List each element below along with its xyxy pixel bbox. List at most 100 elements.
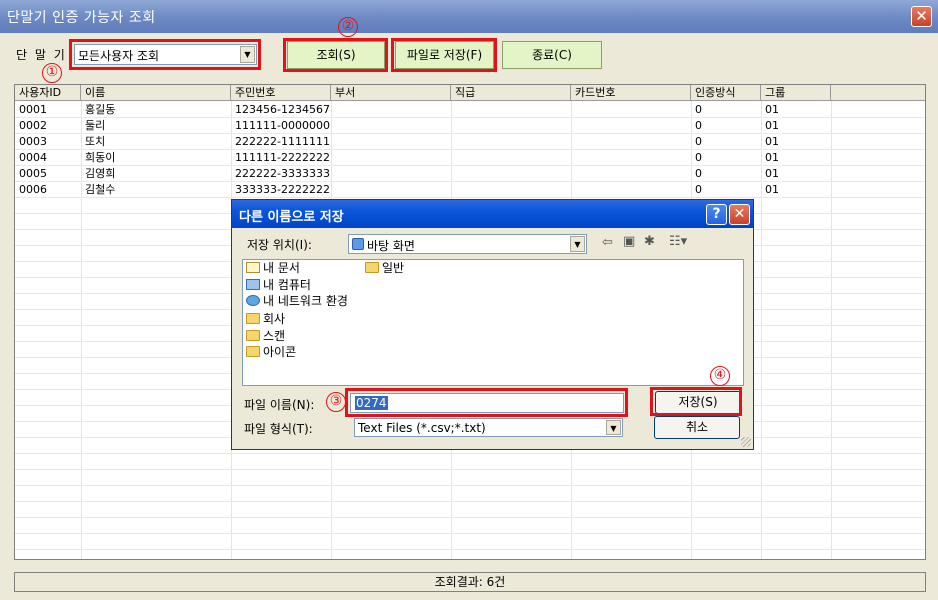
table-cell: 01 xyxy=(765,183,779,196)
table-row[interactable]: 0004 희동이 111111-2222222 0 01 xyxy=(15,150,925,166)
list-item-label: 스캔 xyxy=(263,329,286,343)
network-icon xyxy=(246,295,260,306)
list-item[interactable]: 아이콘 xyxy=(246,344,296,360)
table-cell: 0 xyxy=(695,151,702,164)
help-icon[interactable]: ? xyxy=(706,204,727,225)
highlight-box-2 xyxy=(283,38,388,72)
list-item-label: 내 네트워크 환경 xyxy=(263,294,348,308)
result-count: 조회결과: 6건 xyxy=(434,575,506,589)
chevron-down-icon[interactable]: ▼ xyxy=(570,236,585,252)
file-list[interactable]: 내 문서 내 컴퓨터 내 네트워크 환경 회사 스캔 아이콘 일반 xyxy=(242,259,744,386)
table-cell: 0 xyxy=(695,103,702,116)
table-cell: 0003 xyxy=(19,135,47,148)
table-cell: 111111-2222222 xyxy=(235,151,330,164)
list-item[interactable]: 일반 xyxy=(365,260,404,276)
list-item-label: 일반 xyxy=(382,261,405,275)
list-item[interactable]: 내 문서 xyxy=(246,260,300,276)
folder-icon xyxy=(246,313,260,324)
column-header[interactable]: 인증방식 xyxy=(691,85,761,101)
resize-grip-icon[interactable] xyxy=(741,437,751,447)
cancel-button[interactable]: 취소 xyxy=(654,416,740,439)
close-icon[interactable]: ✕ xyxy=(729,204,750,225)
save-location-combo[interactable]: 바탕 화면 ▼ xyxy=(348,234,587,254)
table-cell: 0001 xyxy=(19,103,47,116)
highlight-box-3 xyxy=(345,388,628,417)
annotation-1: ① xyxy=(42,63,62,83)
table-cell: 0006 xyxy=(19,183,47,196)
back-icon[interactable]: ⇦ xyxy=(602,235,613,250)
table-cell: 222222-3333333 xyxy=(235,167,330,180)
column-header[interactable]: 직급 xyxy=(451,85,571,101)
table-cell: 01 xyxy=(765,167,779,180)
list-item[interactable]: 스캔 xyxy=(246,328,285,344)
status-bar: 조회결과: 6건 xyxy=(14,572,926,592)
row-divider xyxy=(15,469,925,470)
table-cell: 0 xyxy=(695,135,702,148)
my-computer-icon xyxy=(246,279,260,290)
row-divider xyxy=(15,517,925,518)
column-header[interactable]: 카드번호 xyxy=(571,85,691,101)
filetype-combo[interactable]: Text Files (*.csv;*.txt) ▼ xyxy=(354,418,623,437)
table-cell: 01 xyxy=(765,151,779,164)
table-row[interactable]: 0001 홍길동 123456-1234567 0 01 xyxy=(15,102,925,118)
dialog-titlebar: 다른 이름으로 저장 ? ✕ xyxy=(232,200,753,228)
highlight-box-save-file xyxy=(391,38,497,72)
filetype-label: 파일 형식(T): xyxy=(244,422,313,436)
list-item[interactable]: 내 네트워크 환경 xyxy=(246,293,348,309)
highlight-box-1 xyxy=(69,39,261,70)
row-divider xyxy=(15,453,925,454)
filename-label: 파일 이름(N): xyxy=(244,398,315,412)
table-row[interactable]: 0003 또치 222222-1111111 0 01 xyxy=(15,134,925,150)
table-cell: 0005 xyxy=(19,167,47,180)
close-icon[interactable]: ✕ xyxy=(911,6,932,27)
annotation-3: ③ xyxy=(326,392,346,412)
table-cell: 0 xyxy=(695,183,702,196)
exit-button[interactable]: 종료(C) xyxy=(502,41,602,69)
table-cell: 01 xyxy=(765,135,779,148)
list-item-label: 내 컴퓨터 xyxy=(263,278,311,292)
save-as-dialog: 다른 이름으로 저장 ? ✕ 저장 위치(I): 바탕 화면 ▼ ⇦ ▣ ✱ ☷… xyxy=(231,199,754,450)
row-divider xyxy=(15,533,925,534)
table-cell: 0 xyxy=(695,167,702,180)
table-cell: 김영희 xyxy=(85,167,116,180)
save-location-label: 저장 위치(I): xyxy=(247,238,312,252)
window-titlebar: 단말기 인증 가능자 조회 ✕ xyxy=(0,0,938,33)
column-header[interactable]: 이름 xyxy=(81,85,231,101)
table-row[interactable]: 0005 김영희 222222-3333333 0 01 xyxy=(15,166,925,182)
column-header[interactable]: 부서 xyxy=(331,85,451,101)
table-cell: 0004 xyxy=(19,151,47,164)
table-cell: 둘리 xyxy=(85,119,106,132)
table-cell: 01 xyxy=(765,103,779,116)
device-label: 단 말 기 xyxy=(16,48,67,62)
list-item[interactable]: 내 컴퓨터 xyxy=(246,277,311,293)
table-row[interactable]: 0002 둘리 111111-0000000 0 01 xyxy=(15,118,925,134)
table-cell: 홍길동 xyxy=(85,103,116,116)
highlight-box-4 xyxy=(650,387,742,416)
table-cell: 333333-2222222 xyxy=(235,183,330,196)
annotation-4: ④ xyxy=(710,366,730,386)
column-header[interactable]: 사용자ID xyxy=(15,85,81,101)
column-header[interactable]: 주민번호 xyxy=(231,85,331,101)
table-row[interactable]: 0006 김철수 333333-2222222 0 01 xyxy=(15,182,925,198)
chevron-down-icon[interactable]: ▼ xyxy=(606,420,621,435)
view-menu-icon[interactable]: ☷▾ xyxy=(669,234,687,249)
table-cell: 0002 xyxy=(19,119,47,132)
up-folder-icon[interactable]: ▣ xyxy=(623,234,635,249)
desktop-icon xyxy=(352,238,364,250)
new-folder-icon[interactable]: ✱ xyxy=(644,234,655,249)
save-location-value: 바탕 화면 xyxy=(367,239,415,253)
table-cell: 희동이 xyxy=(85,151,116,164)
table-cell: 김철수 xyxy=(85,183,116,196)
table-cell: 111111-0000000 xyxy=(235,119,330,132)
row-divider xyxy=(15,485,925,486)
column-header[interactable]: 그룹 xyxy=(761,85,831,101)
filetype-value: Text Files (*.csv;*.txt) xyxy=(358,421,486,435)
window-title: 단말기 인증 가능자 조회 xyxy=(7,10,156,26)
list-item[interactable]: 회사 xyxy=(246,311,285,327)
folder-icon xyxy=(365,262,379,273)
table-cell: 222222-1111111 xyxy=(235,135,330,148)
folder-icon xyxy=(246,346,260,357)
table-cell: 123456-1234567 xyxy=(235,103,330,116)
table-cell: 0 xyxy=(695,119,702,132)
list-item-label: 아이콘 xyxy=(263,345,297,359)
